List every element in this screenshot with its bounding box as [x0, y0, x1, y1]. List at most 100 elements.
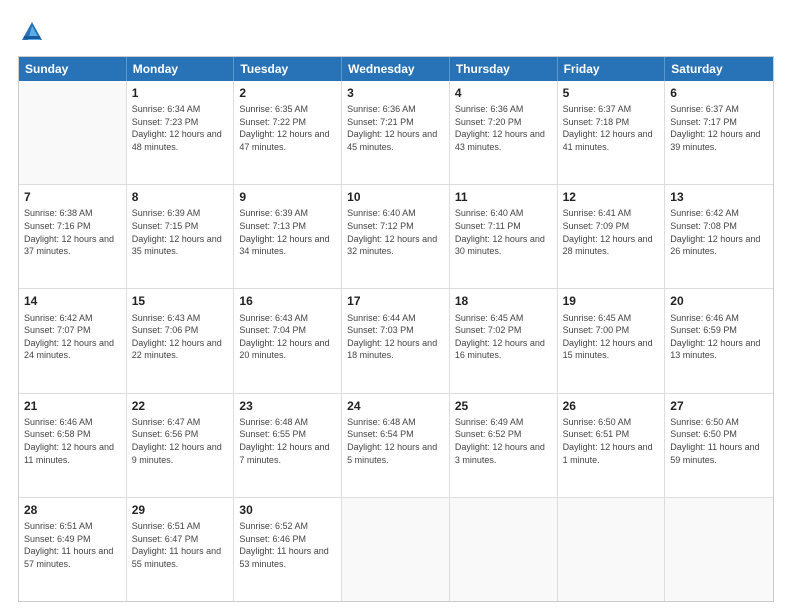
- calendar-cell: 18 Sunrise: 6:45 AMSunset: 7:02 PMDayligh…: [450, 289, 558, 392]
- day-number: 17: [347, 293, 444, 309]
- day-number: 22: [132, 398, 229, 414]
- cell-info: Sunrise: 6:49 AMSunset: 6:52 PMDaylight:…: [455, 416, 552, 466]
- day-number: 23: [239, 398, 336, 414]
- calendar-cell: 27Sunrise: 6:50 AMSunset: 6:50 PMDayligh…: [665, 394, 773, 497]
- calendar-cell: 6Sunrise: 6:37 AMSunset: 7:17 PMDaylight…: [665, 81, 773, 184]
- day-number: 9: [239, 189, 336, 205]
- day-number: 3: [347, 85, 444, 101]
- calendar-cell: 23 Sunrise: 6:48 AMSunset: 6:55 PMDayligh…: [234, 394, 342, 497]
- cell-info: Sunrise: 6:35 AMSunset: 7:22 PMDaylight:…: [239, 103, 336, 153]
- calendar-header-cell: Saturday: [665, 57, 773, 81]
- day-number: 29: [132, 502, 229, 518]
- cell-info: Sunrise: 6:37 AMSunset: 7:18 PMDaylight:…: [563, 103, 660, 153]
- calendar-week-row: 14 Sunrise: 6:42 AMSunset: 7:07 PMDayligh…: [19, 289, 773, 393]
- day-number: 14: [24, 293, 121, 309]
- cell-info: Sunrise: 6:42 AMSunset: 7:07 PMDaylight:…: [24, 312, 121, 362]
- day-number: 1: [132, 85, 229, 101]
- calendar-cell: [19, 81, 127, 184]
- cell-info: Sunrise: 6:43 AMSunset: 7:06 PMDaylight:…: [132, 312, 229, 362]
- day-number: 16: [239, 293, 336, 309]
- calendar-cell: 9Sunrise: 6:39 AMSunset: 7:13 PMDaylight…: [234, 185, 342, 288]
- day-number: 18: [455, 293, 552, 309]
- calendar-cell: 10 Sunrise: 6:40 AMSunset: 7:12 PMDayligh…: [342, 185, 450, 288]
- cell-info: Sunrise: 6:34 AMSunset: 7:23 PMDaylight:…: [132, 103, 229, 153]
- day-number: 15: [132, 293, 229, 309]
- calendar-cell: 16Sunrise: 6:43 AMSunset: 7:04 PMDayligh…: [234, 289, 342, 392]
- calendar-body: 1 Sunrise: 6:34 AMSunset: 7:23 PMDaylight…: [19, 81, 773, 601]
- calendar-cell: 20 Sunrise: 6:46 AMSunset: 6:59 PMDayligh…: [665, 289, 773, 392]
- cell-info: Sunrise: 6:46 AMSunset: 6:59 PMDaylight:…: [670, 312, 768, 362]
- calendar-cell: [558, 498, 666, 601]
- day-number: 13: [670, 189, 768, 205]
- logo: [18, 18, 50, 46]
- day-number: 5: [563, 85, 660, 101]
- calendar-cell: 28 Sunrise: 6:51 AMSunset: 6:49 PMDayligh…: [19, 498, 127, 601]
- header: [18, 18, 774, 46]
- calendar: SundayMondayTuesdayWednesdayThursdayFrid…: [18, 56, 774, 602]
- day-number: 21: [24, 398, 121, 414]
- cell-info: Sunrise: 6:45 AMSunset: 7:00 PMDaylight:…: [563, 312, 660, 362]
- day-number: 26: [563, 398, 660, 414]
- calendar-cell: 7 Sunrise: 6:38 AMSunset: 7:16 PMDaylight…: [19, 185, 127, 288]
- cell-info: Sunrise: 6:46 AMSunset: 6:58 PMDaylight:…: [24, 416, 121, 466]
- calendar-cell: 21 Sunrise: 6:46 AMSunset: 6:58 PMDayligh…: [19, 394, 127, 497]
- calendar-cell: 17 Sunrise: 6:44 AMSunset: 7:03 PMDayligh…: [342, 289, 450, 392]
- calendar-header-cell: Sunday: [19, 57, 127, 81]
- cell-info: Sunrise: 6:45 AMSunset: 7:02 PMDaylight:…: [455, 312, 552, 362]
- cell-info: Sunrise: 6:48 AMSunset: 6:55 PMDaylight:…: [239, 416, 336, 466]
- day-number: 20: [670, 293, 768, 309]
- day-number: 19: [563, 293, 660, 309]
- day-number: 7: [24, 189, 121, 205]
- calendar-cell: 11 Sunrise: 6:40 AMSunset: 7:11 PMDayligh…: [450, 185, 558, 288]
- calendar-header-cell: Friday: [558, 57, 666, 81]
- logo-icon: [18, 18, 46, 46]
- calendar-header: SundayMondayTuesdayWednesdayThursdayFrid…: [19, 57, 773, 81]
- calendar-header-cell: Wednesday: [342, 57, 450, 81]
- cell-info: Sunrise: 6:40 AMSunset: 7:12 PMDaylight:…: [347, 207, 444, 257]
- calendar-cell: 5 Sunrise: 6:37 AMSunset: 7:18 PMDaylight…: [558, 81, 666, 184]
- day-number: 11: [455, 189, 552, 205]
- day-number: 10: [347, 189, 444, 205]
- day-number: 12: [563, 189, 660, 205]
- calendar-header-cell: Thursday: [450, 57, 558, 81]
- cell-info: Sunrise: 6:41 AMSunset: 7:09 PMDaylight:…: [563, 207, 660, 257]
- calendar-cell: 4Sunrise: 6:36 AMSunset: 7:20 PMDaylight…: [450, 81, 558, 184]
- calendar-cell: 22 Sunrise: 6:47 AMSunset: 6:56 PMDayligh…: [127, 394, 235, 497]
- cell-info: Sunrise: 6:36 AMSunset: 7:21 PMDaylight:…: [347, 103, 444, 153]
- calendar-cell: 12 Sunrise: 6:41 AMSunset: 7:09 PMDayligh…: [558, 185, 666, 288]
- calendar-cell: 29 Sunrise: 6:51 AMSunset: 6:47 PMDayligh…: [127, 498, 235, 601]
- cell-info: Sunrise: 6:38 AMSunset: 7:16 PMDaylight:…: [24, 207, 121, 257]
- calendar-cell: 3 Sunrise: 6:36 AMSunset: 7:21 PMDaylight…: [342, 81, 450, 184]
- cell-info: Sunrise: 6:44 AMSunset: 7:03 PMDaylight:…: [347, 312, 444, 362]
- cell-info: Sunrise: 6:50 AMSunset: 6:51 PMDaylight:…: [563, 416, 660, 466]
- calendar-week-row: 1 Sunrise: 6:34 AMSunset: 7:23 PMDaylight…: [19, 81, 773, 185]
- cell-info: Sunrise: 6:39 AMSunset: 7:15 PMDaylight:…: [132, 207, 229, 257]
- calendar-cell: 2 Sunrise: 6:35 AMSunset: 7:22 PMDaylight…: [234, 81, 342, 184]
- calendar-cell: 1 Sunrise: 6:34 AMSunset: 7:23 PMDaylight…: [127, 81, 235, 184]
- calendar-week-row: 7 Sunrise: 6:38 AMSunset: 7:16 PMDaylight…: [19, 185, 773, 289]
- cell-info: Sunrise: 6:40 AMSunset: 7:11 PMDaylight:…: [455, 207, 552, 257]
- cell-info: Sunrise: 6:51 AMSunset: 6:47 PMDaylight:…: [132, 520, 229, 570]
- calendar-cell: 30Sunrise: 6:52 AMSunset: 6:46 PMDayligh…: [234, 498, 342, 601]
- calendar-cell: 15 Sunrise: 6:43 AMSunset: 7:06 PMDayligh…: [127, 289, 235, 392]
- calendar-cell: 25 Sunrise: 6:49 AMSunset: 6:52 PMDayligh…: [450, 394, 558, 497]
- calendar-cell: 24Sunrise: 6:48 AMSunset: 6:54 PMDayligh…: [342, 394, 450, 497]
- day-number: 6: [670, 85, 768, 101]
- calendar-cell: 26 Sunrise: 6:50 AMSunset: 6:51 PMDayligh…: [558, 394, 666, 497]
- day-number: 28: [24, 502, 121, 518]
- cell-info: Sunrise: 6:47 AMSunset: 6:56 PMDaylight:…: [132, 416, 229, 466]
- day-number: 30: [239, 502, 336, 518]
- cell-info: Sunrise: 6:48 AMSunset: 6:54 PMDaylight:…: [347, 416, 444, 466]
- calendar-header-cell: Tuesday: [234, 57, 342, 81]
- cell-info: Sunrise: 6:42 AMSunset: 7:08 PMDaylight:…: [670, 207, 768, 257]
- cell-info: Sunrise: 6:50 AMSunset: 6:50 PMDaylight:…: [670, 416, 768, 466]
- page: SundayMondayTuesdayWednesdayThursdayFrid…: [0, 0, 792, 612]
- day-number: 2: [239, 85, 336, 101]
- calendar-week-row: 21 Sunrise: 6:46 AMSunset: 6:58 PMDayligh…: [19, 394, 773, 498]
- cell-info: Sunrise: 6:51 AMSunset: 6:49 PMDaylight:…: [24, 520, 121, 570]
- day-number: 4: [455, 85, 552, 101]
- calendar-cell: [665, 498, 773, 601]
- calendar-cell: 13 Sunrise: 6:42 AMSunset: 7:08 PMDayligh…: [665, 185, 773, 288]
- day-number: 25: [455, 398, 552, 414]
- calendar-cell: 14 Sunrise: 6:42 AMSunset: 7:07 PMDayligh…: [19, 289, 127, 392]
